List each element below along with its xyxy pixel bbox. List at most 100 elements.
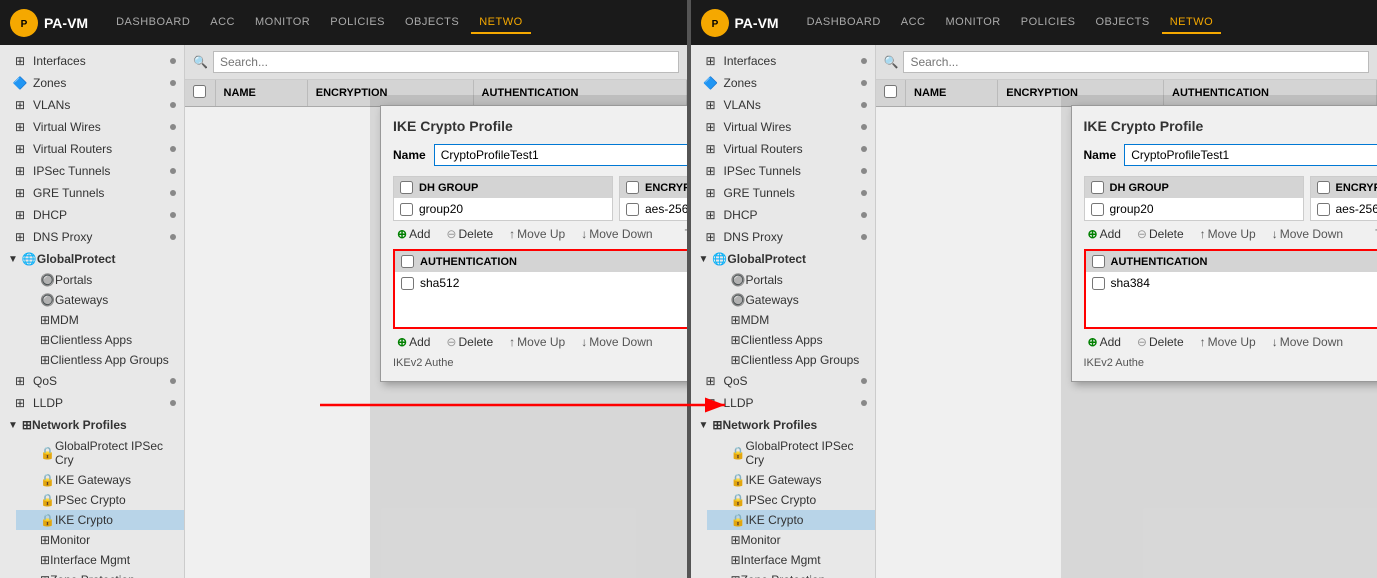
sidebar-mdm-right[interactable]: ⊞ MDM: [707, 310, 875, 330]
auth-select-all-left[interactable]: [401, 255, 414, 268]
search-input-right[interactable]: [903, 51, 1369, 73]
sidebar-vlans-right[interactable]: ⊞ VLANs: [691, 94, 875, 116]
sidebar-dns-right[interactable]: ⊞ DNS Proxy: [691, 226, 875, 248]
nav-dashboard-right[interactable]: DASHBOARD: [799, 12, 889, 34]
sidebar-virtual-wires-right[interactable]: ⊞ Virtual Wires: [691, 116, 875, 138]
sidebar-interface-mgmt-left[interactable]: ⊞ Interface Mgmt: [16, 550, 184, 570]
sidebar-lldp-left[interactable]: ⊞ LLDP: [0, 392, 184, 414]
sidebar-dns-left[interactable]: ⊞ DNS Proxy: [0, 226, 184, 248]
dh-moveup-btn-right[interactable]: ↑ Move Up: [1196, 225, 1260, 243]
sidebar-gre-right[interactable]: ⊞ GRE Tunnels: [691, 182, 875, 204]
sidebar-zone-protection-left[interactable]: ⊞ Zone Protection: [16, 570, 184, 578]
sidebar-mdm-left[interactable]: ⊞ MDM: [16, 310, 184, 330]
enc-select-all-right[interactable]: [1317, 181, 1330, 194]
sidebar-clientless-apps-right[interactable]: ⊞ Clientless Apps: [707, 330, 875, 350]
sidebar-zone-protection-right[interactable]: ⊞ Zone Protection: [707, 570, 875, 578]
dh-movedown-btn-right[interactable]: ↓ Move Down: [1268, 225, 1347, 243]
auth-header-label-right: AUTHENTICATION: [1111, 256, 1208, 268]
auth-add-btn-right[interactable]: ⊕ Add: [1084, 333, 1125, 351]
sidebar-ike-gateways-left[interactable]: 🔒 IKE Gateways: [16, 470, 184, 490]
sidebar-zones-left[interactable]: 🔷 Zones: [0, 72, 184, 94]
auth-moveup-btn-right[interactable]: ↑ Move Up: [1196, 333, 1260, 351]
sidebar-np-left[interactable]: ▼ ⊞ Network Profiles: [0, 414, 184, 436]
nav-network-left[interactable]: NETWO: [471, 12, 530, 34]
modal-name-input-right[interactable]: [1124, 144, 1377, 166]
sidebar-globalprotect-right[interactable]: ▼ 🌐 GlobalProtect: [691, 248, 875, 270]
enc-select-all-left[interactable]: [626, 181, 639, 194]
dh-delete-btn-left[interactable]: ⊖ Delete: [442, 225, 497, 243]
nav-policies-right[interactable]: POLICIES: [1013, 12, 1084, 34]
auth-check-right[interactable]: [1092, 277, 1105, 290]
dh-check-left[interactable]: [400, 203, 413, 216]
nav-acc-right[interactable]: ACC: [893, 12, 934, 34]
dh-movedown-btn-left[interactable]: ↓ Move Down: [577, 225, 656, 243]
auth-movedown-btn-left[interactable]: ↓ Move Down: [577, 333, 656, 351]
sidebar-gp-ipsec-right[interactable]: 🔒 GlobalProtect IPSec Cry: [707, 436, 875, 470]
sidebar-gre-left[interactable]: ⊞ GRE Tunnels: [0, 182, 184, 204]
auth-add-btn-left[interactable]: ⊕ Add: [393, 333, 434, 351]
sidebar-ike-crypto-right[interactable]: 🔒 IKE Crypto: [707, 510, 875, 530]
sidebar-ipsec-left[interactable]: ⊞ IPSec Tunnels: [0, 160, 184, 182]
dh-add-btn-right[interactable]: ⊕ Add: [1084, 225, 1125, 243]
enc-check-left[interactable]: [626, 203, 639, 216]
modal-name-input-left[interactable]: [434, 144, 687, 166]
sidebar-vlans-left[interactable]: ⊞ VLANs: [0, 94, 184, 116]
nav-monitor-right[interactable]: MONITOR: [938, 12, 1009, 34]
nav-acc-left[interactable]: ACC: [202, 12, 243, 34]
sidebar-interfaces-right[interactable]: ⊞ Interfaces: [691, 50, 875, 72]
nav-monitor-left[interactable]: MONITOR: [247, 12, 318, 34]
enc-check-right[interactable]: [1317, 203, 1330, 216]
sidebar-zones-right[interactable]: 🔷 Zones: [691, 72, 875, 94]
sidebar-gateways-left[interactable]: 🔘 Gateways: [16, 290, 184, 310]
dh-delete-btn-right[interactable]: ⊖ Delete: [1133, 225, 1188, 243]
sidebar-virtual-wires-left[interactable]: ⊞ Virtual Wires: [0, 116, 184, 138]
auth-delete-btn-left[interactable]: ⊖ Delete: [442, 333, 497, 351]
sidebar-portals-left[interactable]: 🔘 Portals: [16, 270, 184, 290]
dh-add-btn-left[interactable]: ⊕ Add: [393, 225, 434, 243]
dh-moveup-btn-left[interactable]: ↑ Move Up: [505, 225, 569, 243]
nav-policies-left[interactable]: POLICIES: [322, 12, 393, 34]
dh-check-right[interactable]: [1091, 203, 1104, 216]
auth-moveup-btn-left[interactable]: ↑ Move Up: [505, 333, 569, 351]
sidebar-monitor-left[interactable]: ⊞ Monitor: [16, 530, 184, 550]
nav-objects-left[interactable]: OBJECTS: [397, 12, 467, 34]
nav-objects-right[interactable]: OBJECTS: [1088, 12, 1158, 34]
sidebar-virtual-routers-right[interactable]: ⊞ Virtual Routers: [691, 138, 875, 160]
sidebar-ike-crypto-left[interactable]: 🔒 IKE Crypto: [16, 510, 184, 530]
sidebar-portals-right[interactable]: 🔘 Portals: [707, 270, 875, 290]
nav-dashboard-left[interactable]: DASHBOARD: [108, 12, 198, 34]
sidebar-dhcp-right[interactable]: ⊞ DHCP: [691, 204, 875, 226]
logo-left[interactable]: P PA-VM: [10, 9, 88, 37]
auth-check-left[interactable]: [401, 277, 414, 290]
sidebar-ipsec-crypto-left[interactable]: 🔒 IPSec Crypto: [16, 490, 184, 510]
select-all-right[interactable]: [884, 85, 897, 98]
logo-right[interactable]: P PA-VM: [701, 9, 779, 37]
dh-select-all-left[interactable]: [400, 181, 413, 194]
sidebar-clientless-app-groups-right[interactable]: ⊞ Clientless App Groups: [707, 350, 875, 370]
sidebar-ipsec-right[interactable]: ⊞ IPSec Tunnels: [691, 160, 875, 182]
sidebar-ipsec-crypto-right[interactable]: 🔒 IPSec Crypto: [707, 490, 875, 510]
sidebar-gateways-right[interactable]: 🔘 Gateways: [707, 290, 875, 310]
sidebar-virtual-routers-left[interactable]: ⊞ Virtual Routers: [0, 138, 184, 160]
sidebar-qos-right[interactable]: ⊞ QoS: [691, 370, 875, 392]
select-all-left[interactable]: [193, 85, 206, 98]
auth-delete-btn-right[interactable]: ⊖ Delete: [1133, 333, 1188, 351]
sidebar-monitor-right[interactable]: ⊞ Monitor: [707, 530, 875, 550]
sidebar-globalprotect-left[interactable]: ▼ 🌐 GlobalProtect: [0, 248, 184, 270]
search-input-left[interactable]: [213, 51, 679, 73]
sidebar-ike-gateways-right[interactable]: 🔒 IKE Gateways: [707, 470, 875, 490]
sidebar-clientless-app-groups-left[interactable]: ⊞ Clientless App Groups: [16, 350, 184, 370]
nav-network-right[interactable]: NETWO: [1162, 12, 1221, 34]
sidebar-interfaces-left[interactable]: ⊞ Interfaces: [0, 50, 184, 72]
sidebar-label: Interfaces: [33, 54, 86, 68]
auth-select-all-right[interactable]: [1092, 255, 1105, 268]
sidebar-interface-mgmt-right[interactable]: ⊞ Interface Mgmt: [707, 550, 875, 570]
auth-movedown-btn-right[interactable]: ↓ Move Down: [1268, 333, 1347, 351]
sidebar-label: VLANs: [724, 98, 761, 112]
dh-select-all-right[interactable]: [1091, 181, 1104, 194]
sidebar-dhcp-left[interactable]: ⊞ DHCP: [0, 204, 184, 226]
sidebar-gp-ipsec-left[interactable]: 🔒 GlobalProtect IPSec Cry: [16, 436, 184, 470]
sidebar-qos-left[interactable]: ⊞ QoS: [0, 370, 184, 392]
sidebar-clientless-apps-left[interactable]: ⊞ Clientless Apps: [16, 330, 184, 350]
left-panel: P PA-VM DASHBOARD ACC MONITOR POLICIES O…: [0, 0, 687, 578]
